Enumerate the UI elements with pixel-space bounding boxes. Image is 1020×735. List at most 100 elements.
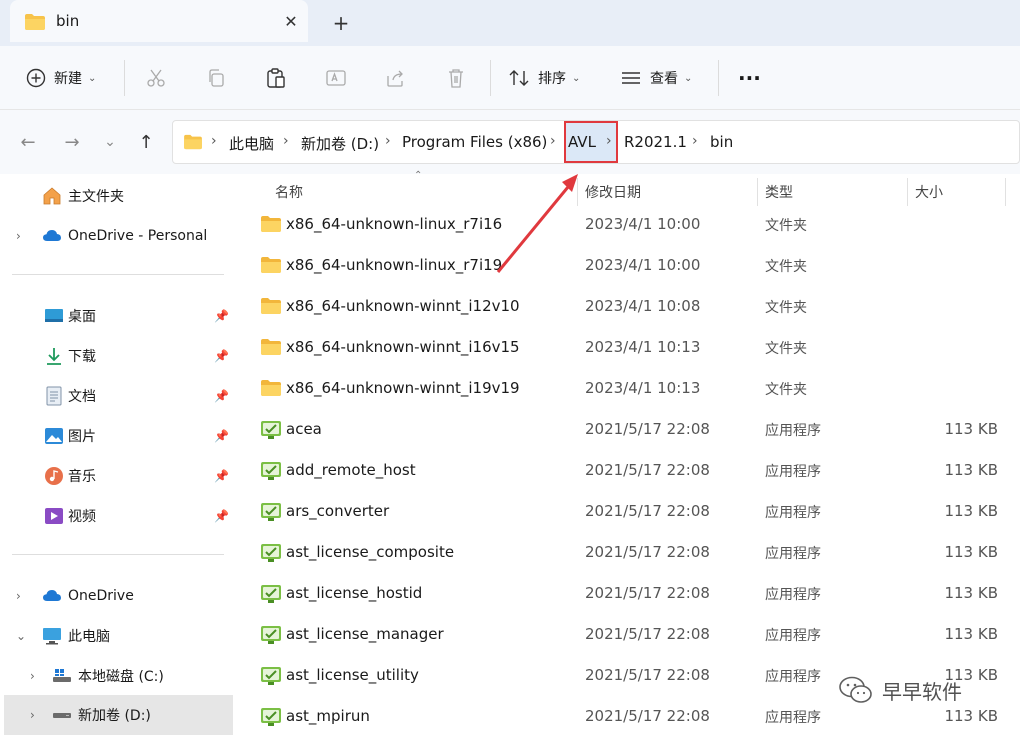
table-row[interactable]: ast_license_composite 2021/5/17 22:08 应用程序…: [240, 533, 1020, 574]
drive-icon: [53, 669, 71, 682]
breadcrumb-bin[interactable]: bin: [710, 133, 733, 151]
cut-icon[interactable]: [142, 64, 170, 92]
breadcrumb-drive-d[interactable]: 新加卷 (D:): [301, 133, 379, 154]
breadcrumb-separator-icon[interactable]: ›: [550, 133, 556, 149]
breadcrumb-separator-icon[interactable]: ›: [211, 133, 217, 149]
sidebar-item-onedrive[interactable]: › OneDrive: [0, 578, 236, 614]
watermark: 早早软件: [838, 672, 962, 708]
table-row[interactable]: x86_64-unknown-linux_r7i19 2023/4/1 10:00…: [240, 246, 1020, 287]
file-date: 2023/4/1 10:00: [585, 256, 701, 274]
forward-arrow-icon[interactable]: →: [58, 128, 86, 156]
file-size: 113 KB: [944, 625, 998, 643]
table-row[interactable]: ars_converter 2021/5/17 22:08 应用程序 113 KB: [240, 492, 1020, 533]
command-bar: 新建 ⌄ 排序 ⌄ 查看 ⌄ ···: [0, 46, 1020, 110]
delete-icon[interactable]: [442, 64, 470, 92]
sidebar-item-downloads[interactable]: 下载 📌: [0, 338, 236, 374]
sidebar-item-music[interactable]: 音乐 📌: [0, 458, 236, 494]
file-name: add_remote_host: [286, 461, 416, 479]
chevron-right-icon[interactable]: ›: [16, 229, 21, 243]
sidebar-item-documents[interactable]: 文档 📌: [0, 378, 236, 414]
file-date: 2021/5/17 22:08: [585, 707, 710, 725]
breadcrumb-avl[interactable]: AVL: [568, 133, 596, 151]
chevron-down-icon: ⌄: [684, 72, 693, 84]
column-divider[interactable]: [1005, 178, 1006, 206]
more-options-icon[interactable]: ···: [738, 62, 761, 94]
file-name: x86_64-unknown-winnt_i19v19: [286, 379, 520, 397]
table-row[interactable]: x86_64-unknown-linux_r7i16 2023/4/1 10:00…: [240, 205, 1020, 246]
new-tab-icon[interactable]: +: [327, 9, 355, 37]
address-row: ← → ⌄ ↑ › 此电脑 › 新加卷 (D:) › Program Files…: [0, 110, 1020, 174]
sidebar-item-onedrive-personal[interactable]: › OneDrive - Personal: [0, 218, 236, 254]
copy-icon[interactable]: [202, 64, 230, 92]
recent-locations-chevron-icon[interactable]: ⌄: [96, 128, 124, 156]
chevron-right-icon[interactable]: ›: [16, 589, 21, 603]
column-divider[interactable]: [577, 178, 578, 206]
table-row[interactable]: x86_64-unknown-winnt_i16v15 2023/4/1 10:1…: [240, 328, 1020, 369]
pin-icon[interactable]: 📌: [214, 429, 229, 443]
breadcrumb-program-files[interactable]: Program Files (x86): [402, 133, 547, 151]
table-row[interactable]: add_remote_host 2021/5/17 22:08 应用程序 113 KB: [240, 451, 1020, 492]
sidebar-item-drive-c[interactable]: › 本地磁盘 (C:): [0, 658, 236, 694]
up-arrow-icon[interactable]: ↑: [132, 128, 160, 156]
close-tab-icon[interactable]: ✕: [278, 9, 304, 35]
view-button[interactable]: 查看 ⌄: [620, 62, 692, 94]
video-icon: [45, 508, 63, 524]
sidebar-item-label: 图片: [68, 429, 96, 445]
chevron-right-icon[interactable]: ›: [30, 669, 35, 683]
table-row[interactable]: ast_license_manager 2021/5/17 22:08 应用程序 11…: [240, 615, 1020, 656]
file-date: 2021/5/17 22:08: [585, 461, 710, 479]
divider: [124, 60, 125, 96]
tab-strip: bin ✕ +: [0, 0, 1020, 46]
application-icon: [260, 625, 282, 645]
breadcrumb-separator-icon[interactable]: ›: [606, 133, 612, 149]
share-icon[interactable]: [382, 64, 410, 92]
sort-button[interactable]: 排序 ⌄: [508, 62, 580, 94]
cloud-icon: [43, 230, 61, 241]
table-row[interactable]: x86_64-unknown-winnt_i19v19 2023/4/1 10:1…: [240, 369, 1020, 410]
pin-icon[interactable]: 📌: [214, 349, 229, 363]
file-name: x86_64-unknown-winnt_i12v10: [286, 297, 520, 315]
file-name: ast_license_manager: [286, 625, 444, 643]
sidebar-item-drive-d[interactable]: › 新加卷 (D:): [4, 695, 233, 735]
address-bar[interactable]: › 此电脑 › 新加卷 (D:) › Program Files (x86) ›…: [172, 120, 1020, 164]
view-list-icon: [622, 72, 640, 84]
sidebar-item-pictures[interactable]: 图片 📌: [0, 418, 236, 454]
table-row[interactable]: acea 2021/5/17 22:08 应用程序 113 KB: [240, 410, 1020, 451]
file-name: x86_64-unknown-linux_r7i16: [286, 215, 503, 233]
column-divider[interactable]: [757, 178, 758, 206]
breadcrumb-this-pc[interactable]: 此电脑: [229, 133, 274, 154]
watermark-text: 早早软件: [882, 679, 962, 704]
table-row[interactable]: ast_license_hostid 2021/5/17 22:08 应用程序 113…: [240, 574, 1020, 615]
file-size: 113 KB: [944, 707, 998, 725]
pin-icon[interactable]: 📌: [214, 509, 229, 523]
new-button[interactable]: 新建 ⌄: [26, 62, 96, 94]
back-arrow-icon[interactable]: ←: [14, 128, 42, 156]
rename-icon[interactable]: [322, 64, 350, 92]
breadcrumb-separator-icon[interactable]: ›: [283, 133, 289, 149]
chevron-down-icon[interactable]: ⌄: [16, 629, 26, 643]
paste-icon[interactable]: [262, 64, 290, 92]
tab-bin[interactable]: bin ✕: [10, 0, 308, 42]
pin-icon[interactable]: 📌: [214, 389, 229, 403]
table-row[interactable]: x86_64-unknown-winnt_i12v10 2023/4/1 10:0…: [240, 287, 1020, 328]
sidebar-item-desktop[interactable]: 桌面 📌: [0, 298, 236, 334]
file-type: 文件夹: [765, 300, 807, 316]
sort-button-label: 排序: [538, 71, 566, 87]
pin-icon[interactable]: 📌: [214, 309, 229, 323]
breadcrumb-separator-icon[interactable]: ›: [385, 133, 391, 149]
file-name: x86_64-unknown-winnt_i16v15: [286, 338, 520, 356]
sidebar-item-this-pc[interactable]: ⌄ 此电脑: [0, 618, 236, 654]
view-button-label: 查看: [650, 71, 678, 87]
chevron-right-icon[interactable]: ›: [30, 708, 35, 722]
file-size: 113 KB: [944, 461, 998, 479]
sidebar-item-videos[interactable]: 视频 📌: [0, 498, 236, 534]
sidebar-item-label: 文档: [68, 389, 96, 405]
breadcrumb-r2021[interactable]: R2021.1: [624, 133, 687, 151]
column-divider[interactable]: [907, 178, 908, 206]
folder-icon: [260, 297, 282, 317]
file-name: ars_converter: [286, 502, 390, 520]
file-size: 113 KB: [944, 584, 998, 602]
sidebar-item-home[interactable]: 主文件夹: [0, 178, 236, 214]
pin-icon[interactable]: 📌: [214, 469, 229, 483]
breadcrumb-separator-icon[interactable]: ›: [692, 133, 698, 149]
